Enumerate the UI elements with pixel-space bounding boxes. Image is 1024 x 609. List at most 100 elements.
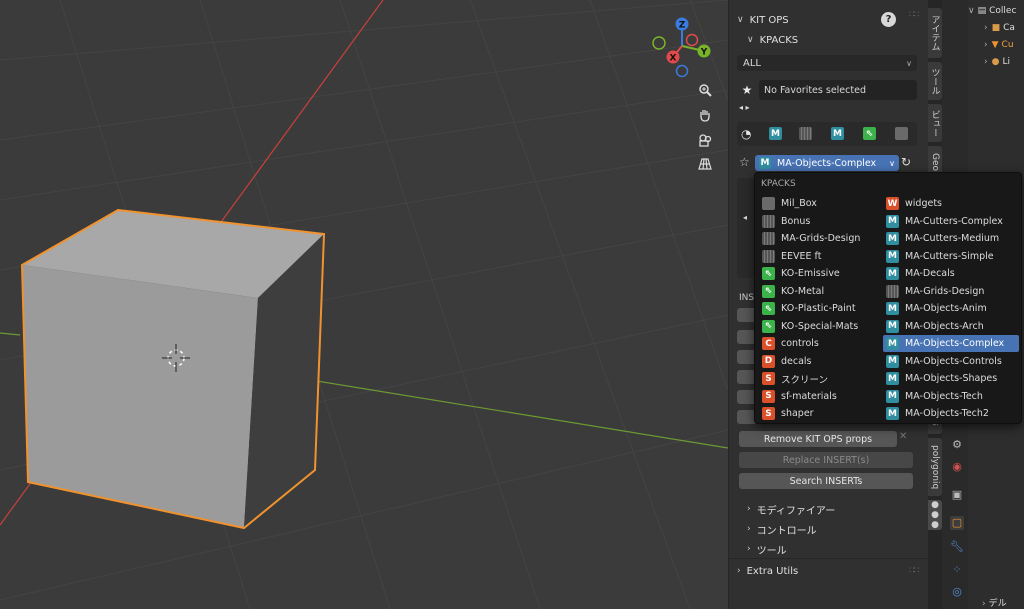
kpack-menu-item[interactable]: M MA-Cutters-Complex	[883, 213, 1019, 230]
kpack-icon[interactable]	[895, 127, 908, 140]
tab-tool[interactable]: ツール	[928, 62, 942, 100]
physics-icon[interactable]: ◎	[950, 585, 964, 599]
tab-kitops[interactable]: ●●●	[928, 500, 942, 530]
drag-handle-icon[interactable]: ∷∷	[909, 10, 920, 20]
kpack-icon[interactable]: M	[769, 127, 782, 140]
object-icon[interactable]: ▢	[950, 516, 964, 530]
kpack-menu-item[interactable]: ⇖ KO-Special-Mats	[759, 318, 879, 335]
kpack-menu-item[interactable]: EEVEE ft	[759, 248, 879, 265]
zoom-icon[interactable]	[694, 80, 716, 100]
tab-polygoniq[interactable]: polygoniq	[928, 438, 942, 496]
kpack-menu-item[interactable]: M MA-Objects-Tech	[883, 388, 1019, 405]
kpack-icon	[762, 249, 775, 263]
section-modifiers[interactable]: › モディファイアー	[729, 499, 929, 519]
close-icon[interactable]: ✕	[899, 431, 913, 447]
section-extra-utils[interactable]: › Extra Utils ∷∷	[729, 561, 929, 581]
kpack-menu-item[interactable]: Ccontrols	[759, 335, 879, 352]
scene-icon[interactable]: ⚙	[950, 438, 964, 452]
current-kpack-label: MA-Objects-Complex	[777, 157, 877, 169]
kpack-filter-select[interactable]: ALL ∨	[737, 55, 917, 71]
kpack-menu-item[interactable]: M MA-Objects-Shapes	[883, 370, 1019, 387]
kpack-menu-item[interactable]: M MA-Cutters-Medium	[883, 230, 1019, 247]
tab-view[interactable]: ビュー	[928, 104, 942, 142]
kpack-menu-item[interactable]: M MA-Objects-Arch	[883, 318, 1019, 335]
kpacks-title: KPACKS	[759, 34, 799, 46]
kpack-icon: M	[886, 337, 899, 350]
drag-handle-icon[interactable]: ∷∷	[909, 566, 920, 576]
kpack-menu-item-label: EEVEE ft	[781, 250, 822, 262]
section-controls[interactable]: › コントロール	[729, 519, 929, 539]
chevron-right-icon: ›	[984, 23, 988, 33]
kpack-menu-item[interactable]: Ssf-materials	[759, 388, 879, 405]
world-icon[interactable]: ◉	[950, 460, 964, 474]
section-tools[interactable]: › ツール	[729, 539, 929, 559]
kitops-header[interactable]: ∨ KIT OPS ? ∷∷	[729, 10, 929, 30]
kpack-menu-item-label: MA-Grids-Design	[781, 233, 861, 244]
help-icon[interactable]: ?	[881, 12, 896, 27]
camera-icon[interactable]	[694, 130, 716, 150]
outliner-footer-label: デル	[988, 599, 1007, 609]
chevron-right-icon: ›	[747, 504, 751, 514]
refresh-icon[interactable]: ↻	[901, 155, 915, 171]
chevron-right-icon: ›	[984, 40, 988, 50]
kpack-menu-item[interactable]: Bonus	[759, 213, 879, 230]
wrench-icon[interactable]: 🔧︎	[950, 540, 964, 554]
replace-inserts-button[interactable]: Replace INSERT(s)	[739, 452, 913, 468]
search-inserts-button[interactable]: Search INSERTs	[739, 473, 913, 489]
kpack-menu-item[interactable]: MA-Grids-Design	[759, 230, 879, 247]
outliner-item[interactable]: › ■ Ca	[984, 23, 1015, 33]
kpack-menu-item[interactable]: M MA-Decals	[883, 265, 1019, 282]
hand-icon[interactable]	[694, 105, 716, 125]
arrow-nav-icon[interactable]: ◂ ▸	[739, 103, 750, 112]
kpack-menu-item-label: Mil_Box	[781, 198, 817, 209]
outliner-item-label: Cu	[1001, 40, 1014, 50]
kpack-icon: M	[886, 372, 899, 385]
kpack-menu-item[interactable]: Ddecals	[759, 353, 879, 370]
kpack-menu-item[interactable]: S スクリーン	[759, 370, 879, 387]
y-label: Y	[700, 48, 708, 58]
kpack-menu-item-label: KO-Metal	[781, 285, 825, 297]
kpack-menu-item[interactable]: MA-Grids-Design	[883, 283, 1019, 300]
kpack-menu-item[interactable]: Wwidgets	[883, 195, 1019, 212]
navigation-gizmo[interactable]: Z Y X	[650, 14, 714, 78]
kpack-menu-item[interactable]: M MA-Cutters-Simple	[883, 248, 1019, 265]
outliner-collection[interactable]: ∨ ▤ Collec	[968, 6, 1016, 16]
collection-icon[interactable]: ▣	[950, 488, 964, 502]
kpack-menu-item-label: MA-Objects-Complex	[905, 338, 1005, 349]
3d-viewport[interactable]: Z Y X	[0, 0, 728, 609]
kpack-menu-item-label: MA-Objects-Tech2	[905, 408, 989, 419]
kpack-icon: M	[886, 354, 899, 368]
kpack-menu-item[interactable]: M MA-Objects-Anim	[883, 300, 1019, 317]
kpack-icon: S	[762, 407, 775, 420]
star-outline-icon[interactable]: ☆	[739, 155, 750, 169]
kpack-icon: S	[762, 372, 775, 385]
kpack-menu-item[interactable]: M MA-Objects-Tech2	[883, 405, 1019, 422]
kpack-icon: M	[886, 389, 899, 403]
kpack-select[interactable]: M MA-Objects-Complex ∨	[755, 155, 899, 171]
particles-icon[interactable]: ⁘	[950, 563, 964, 577]
outliner-item[interactable]: › ● Li	[984, 57, 1010, 67]
kpack-menu-item[interactable]: M MA-Objects-Controls	[883, 353, 1019, 370]
kpack-menu-item[interactable]: ⇖ KO-Plastic-Paint	[759, 300, 879, 317]
kpack-menu-item[interactable]: M MA-Objects-Complex	[883, 335, 1019, 352]
kpack-icon[interactable]: ⇖	[863, 127, 876, 140]
chevron-down-icon: ∨	[889, 158, 895, 168]
favorite-star-icon[interactable]: ★	[737, 80, 757, 100]
outliner-item[interactable]: › ▼ Cu	[984, 40, 1014, 50]
kpack-icon: W	[886, 197, 899, 210]
arrow-left-icon[interactable]: ◂	[743, 213, 747, 222]
kpack-menu-item[interactable]: ⇖ KO-Emissive	[759, 265, 879, 282]
kpack-menu-item[interactable]: ⇖ KO-Metal	[759, 283, 879, 300]
grid-icon[interactable]	[694, 154, 716, 174]
kpack-menu-item[interactable]: Sshaper	[759, 405, 879, 422]
outliner-footer[interactable]: › デル	[982, 596, 1007, 609]
kpack-icon[interactable]: M	[831, 127, 844, 140]
kpack-menu-item-label: MA-Objects-Tech	[905, 390, 983, 402]
kpack-icon: ⇖	[762, 284, 775, 298]
kpacks-subheader[interactable]: ∨ KPACKS	[729, 30, 929, 50]
viewport-grid	[0, 0, 728, 609]
kpack-icon[interactable]	[799, 127, 812, 140]
kpack-menu-item[interactable]: Mil_Box	[759, 195, 879, 212]
tab-item[interactable]: アイテム	[928, 8, 942, 58]
remove-kitops-props-button[interactable]: Remove KIT OPS props	[739, 431, 897, 447]
